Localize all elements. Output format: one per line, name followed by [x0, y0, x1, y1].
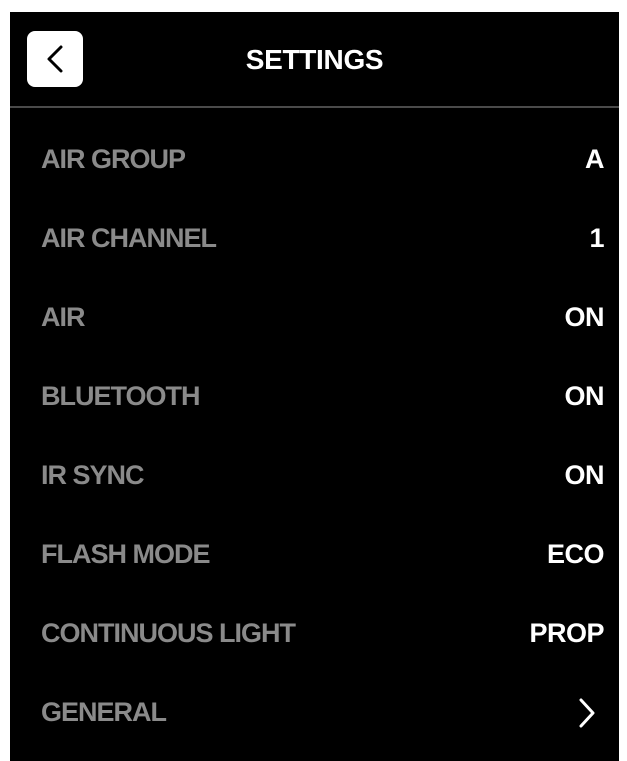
setting-row-air-channel[interactable]: AIR CHANNEL 1 — [10, 202, 619, 281]
setting-value: ON — [564, 460, 605, 490]
settings-screen: SETTINGS AIR GROUP A AIR CHANNEL 1 AIR O… — [10, 12, 619, 761]
setting-label: CONTINUOUS LIGHT — [41, 618, 296, 648]
setting-value: ON — [564, 381, 605, 411]
setting-label: FLASH MODE — [41, 539, 210, 569]
setting-value: PROP — [529, 618, 604, 648]
setting-row-general[interactable]: GENERAL — [10, 676, 619, 755]
setting-value: ECO — [546, 539, 605, 569]
setting-value: A — [585, 144, 605, 174]
chevron-right-icon — [579, 698, 595, 728]
setting-value: 1 — [589, 223, 604, 253]
setting-value: ON — [564, 302, 605, 332]
setting-label: AIR — [41, 302, 85, 332]
page-title: SETTINGS — [245, 44, 384, 75]
setting-label: AIR CHANNEL — [41, 223, 217, 253]
setting-row-air-group[interactable]: AIR GROUP A — [10, 123, 619, 202]
settings-list: AIR GROUP A AIR CHANNEL 1 AIR ON BLUETOO… — [10, 123, 619, 755]
setting-row-flash-mode[interactable]: FLASH MODE ECO — [10, 518, 619, 597]
setting-label: GENERAL — [41, 697, 167, 727]
setting-row-air[interactable]: AIR ON — [10, 281, 619, 360]
setting-row-bluetooth[interactable]: BLUETOOTH ON — [10, 360, 619, 439]
setting-label: BLUETOOTH — [41, 381, 200, 411]
setting-label: AIR GROUP — [41, 144, 186, 174]
setting-row-continuous-light[interactable]: CONTINUOUS LIGHT PROP — [10, 597, 619, 676]
setting-row-ir-sync[interactable]: IR SYNC ON — [10, 439, 619, 518]
header: SETTINGS — [10, 12, 619, 108]
setting-label: IR SYNC — [41, 460, 145, 490]
